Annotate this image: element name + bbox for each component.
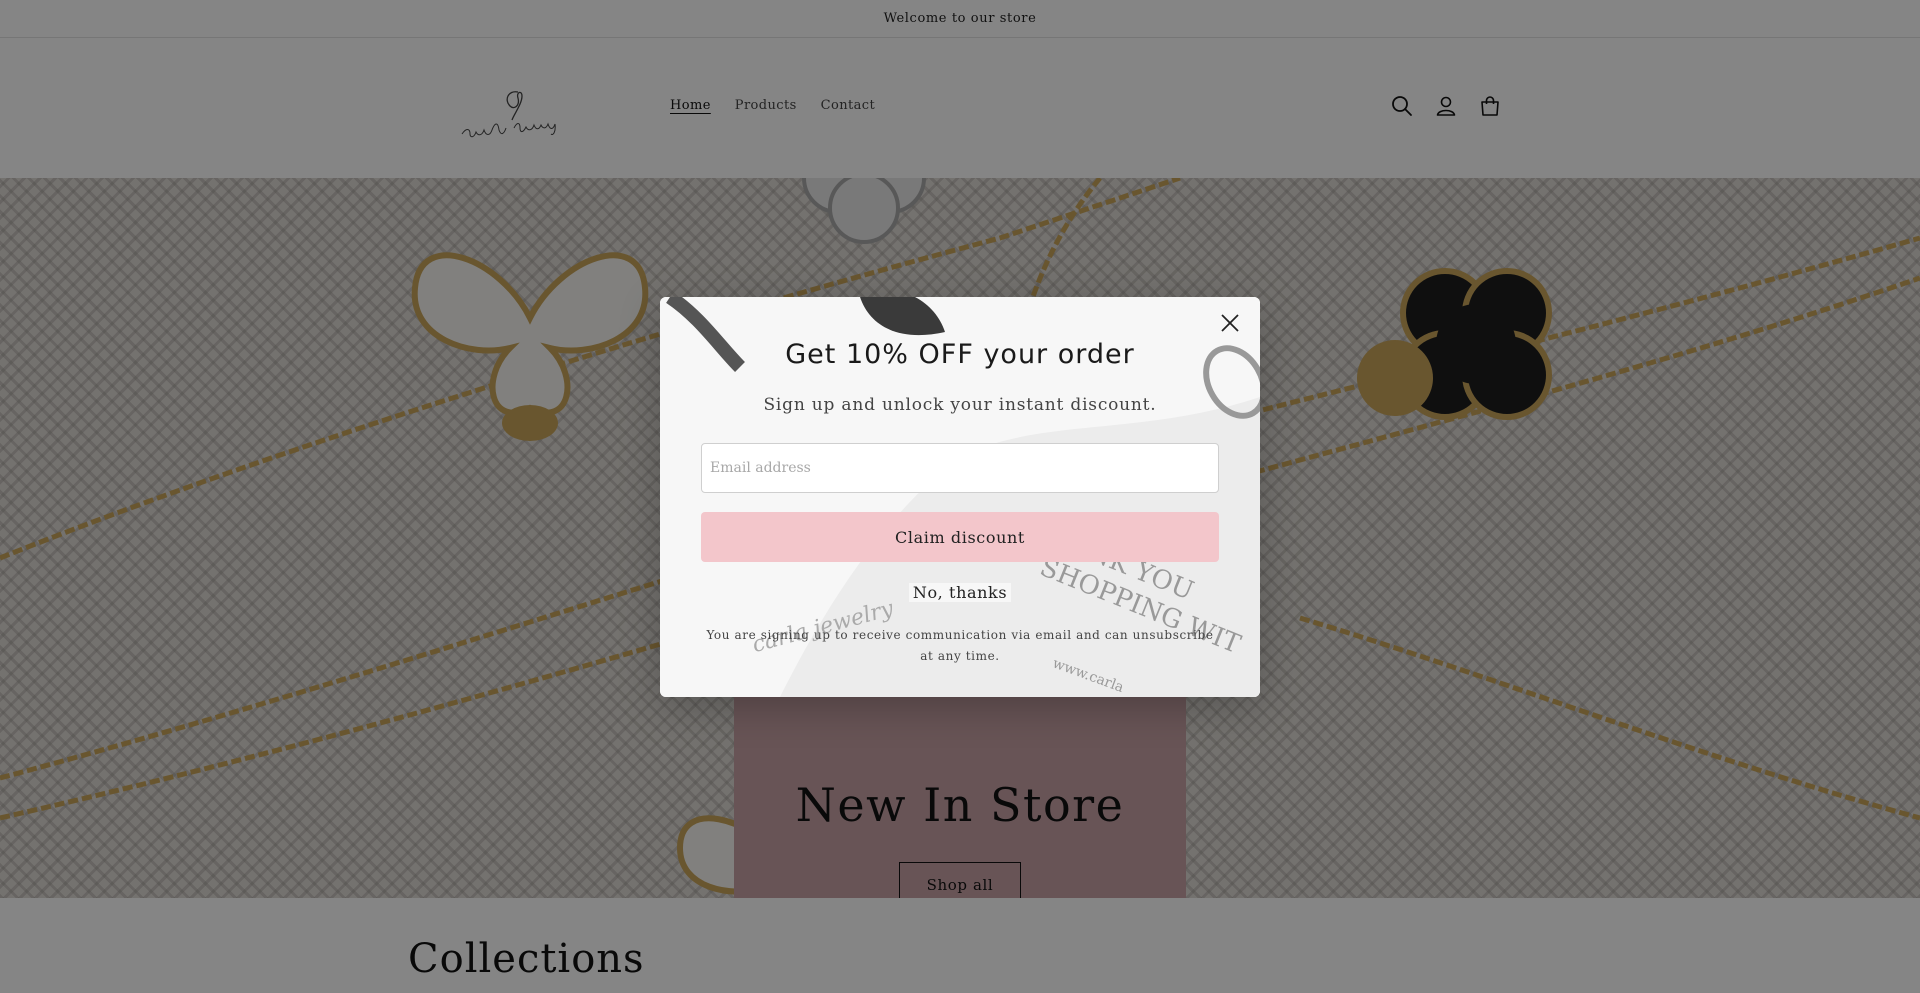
popup-title: Get 10% OFF your order [785,339,1135,370]
no-thanks-container: No, thanks [660,583,1260,602]
claim-discount-button[interactable]: Claim discount [701,512,1219,562]
popup-subtitle: Sign up and unlock your instant discount… [763,395,1157,415]
close-icon[interactable] [1214,307,1246,339]
email-field[interactable] [701,443,1219,493]
discount-popup: ANK YOU SHOPPING WIT carla jewelry www.c… [660,297,1260,697]
popup-disclaimer: You are signing up to receive communicat… [706,628,1214,663]
no-thanks-link[interactable]: No, thanks [908,583,1012,602]
